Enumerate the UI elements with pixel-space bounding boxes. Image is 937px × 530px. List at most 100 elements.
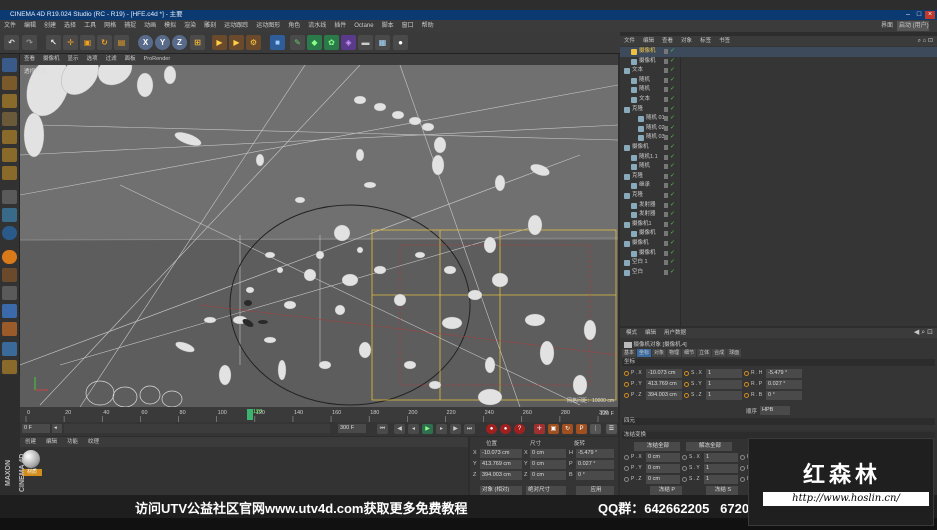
coord-position-field[interactable]: 394.003 cm — [480, 471, 522, 480]
menu-item[interactable]: 运动图形 — [252, 20, 284, 32]
object-row[interactable]: 继承 ✓ — [620, 181, 937, 191]
camera-icon[interactable]: ▦ — [375, 35, 390, 50]
object-row[interactable]: 摄像机 ✓ — [620, 47, 937, 57]
deformer-icon[interactable]: ◈ — [341, 35, 356, 50]
freeze-s-button[interactable]: 冻结 S — [706, 486, 738, 495]
search-icon[interactable]: ⌕ — [921, 329, 925, 336]
visibility-dots-icon[interactable] — [664, 221, 668, 227]
object-row[interactable]: 发射器 ✓ — [620, 201, 937, 211]
attr-tab[interactable]: 物理 — [667, 349, 682, 357]
attr-tab[interactable]: 合成 — [712, 349, 727, 357]
keyframe-dot-icon[interactable] — [744, 371, 749, 376]
menu-item[interactable]: 编辑 — [20, 20, 40, 32]
points-mode-icon[interactable] — [2, 130, 17, 144]
object-row[interactable]: 摄像机 ✓ — [620, 229, 937, 239]
enabled-check-icon[interactable]: ✓ — [670, 114, 675, 124]
visibility-dots-icon[interactable] — [664, 164, 668, 170]
unfreeze-all-button[interactable]: 解冻全部 — [686, 442, 732, 451]
visibility-dots-icon[interactable] — [664, 202, 668, 208]
tag-icon[interactable] — [2, 268, 17, 282]
viewport-menu-item[interactable]: 查看 — [20, 54, 39, 65]
visibility-dots-icon[interactable] — [664, 125, 668, 131]
prev-key-icon[interactable]: ◀ — [394, 424, 405, 434]
menu-item[interactable]: 帮助 — [418, 20, 438, 32]
object-menu-item[interactable]: 编辑 — [639, 36, 658, 46]
cube-icon[interactable]: ■ — [270, 35, 285, 50]
enabled-check-icon[interactable]: ✓ — [670, 162, 675, 172]
make-editable-icon[interactable] — [2, 58, 17, 72]
attr-menu-item[interactable]: 用户数据 — [660, 328, 690, 338]
attr-menu-item[interactable]: 模式 — [622, 328, 641, 338]
timeline[interactable]: 0 20 40 60 80 100 120 140 160 180 200 220 240 260 280 3… — [20, 407, 618, 422]
layer-icon[interactable] — [2, 360, 17, 374]
attr-value-field[interactable]: 0.027 ° — [766, 380, 802, 389]
visibility-dots-icon[interactable] — [664, 116, 668, 122]
viewport-menu-item[interactable]: 面板 — [121, 54, 140, 65]
attr-tab[interactable]: 对象 — [652, 349, 667, 357]
enabled-check-icon[interactable]: ✓ — [670, 143, 675, 153]
object-row[interactable]: 随机 ✓ — [620, 85, 937, 95]
enabled-check-icon[interactable]: ✓ — [670, 181, 675, 191]
visibility-dots-icon[interactable] — [664, 183, 668, 189]
end-frame-field[interactable]: 300 F — [338, 424, 366, 433]
keyframe-dot-icon[interactable] — [740, 455, 745, 460]
x-axis-icon[interactable]: X — [138, 35, 153, 50]
visibility-dots-icon[interactable] — [664, 231, 668, 237]
new-window-icon[interactable]: ⊡ — [928, 38, 933, 44]
coord-rotation-field[interactable]: 0.027 ° — [576, 460, 614, 469]
attr-value-field[interactable]: 0 ° — [766, 391, 802, 400]
lock-icon[interactable]: ⊡ — [927, 329, 933, 336]
coord-mode-select[interactable]: 对象 (相对) — [480, 486, 522, 495]
object-row[interactable]: 空白 ✓ — [620, 268, 937, 278]
coord-position-field[interactable]: -10.073 cm — [480, 449, 522, 458]
coord-system-icon[interactable]: ⊞ — [190, 35, 205, 50]
object-row[interactable]: 文本 ✓ — [620, 95, 937, 105]
menu-item[interactable]: 雕刻 — [200, 20, 220, 32]
menu-item[interactable]: 选择 — [60, 20, 80, 32]
search-icon[interactable]: ⌕ — [918, 38, 921, 44]
goto-end-icon[interactable]: ⏭ — [464, 424, 475, 434]
menu-item[interactable]: 动画 — [140, 20, 160, 32]
visibility-dots-icon[interactable] — [664, 260, 668, 266]
menu-item[interactable]: 创建 — [40, 20, 60, 32]
freeze-p-button[interactable]: 冻结 P — [650, 486, 682, 495]
keyframe-dot-icon[interactable] — [740, 466, 745, 471]
enabled-check-icon[interactable]: ✓ — [670, 220, 675, 230]
visibility-dots-icon[interactable] — [664, 87, 668, 93]
enabled-check-icon[interactable]: ✓ — [670, 57, 675, 67]
menu-item[interactable]: 运动跟踪 — [220, 20, 252, 32]
object-row[interactable]: 摄像机 ✓ — [620, 57, 937, 67]
freeze-value-field[interactable]: 0 cm — [646, 453, 680, 462]
object-menu-item[interactable]: 查看 — [658, 36, 677, 46]
keyframe-dot-icon[interactable] — [624, 477, 629, 482]
visibility-dots-icon[interactable] — [664, 58, 668, 64]
z-axis-icon[interactable]: Z — [172, 35, 187, 50]
coord-size-mode-select[interactable]: 绝对尺寸 — [526, 486, 566, 495]
play-icon[interactable]: ▶ — [422, 424, 433, 434]
y-axis-icon[interactable]: Y — [155, 35, 170, 50]
object-row[interactable]: 随机 ✓ — [620, 76, 937, 86]
polygons-mode-icon[interactable] — [2, 166, 17, 180]
viewport-menu-item[interactable]: 选项 — [83, 54, 102, 65]
menu-item[interactable]: 工具 — [80, 20, 100, 32]
keyframe-dot-icon[interactable] — [684, 382, 689, 387]
visibility-dots-icon[interactable] — [664, 68, 668, 74]
object-row[interactable]: 随机1.1 ✓ — [620, 153, 937, 163]
freeze-value-field[interactable]: 1 — [704, 464, 738, 473]
material-menu-item[interactable]: 创建 — [20, 437, 41, 447]
attr-tab[interactable]: 球面 — [727, 349, 742, 357]
menu-item[interactable]: 文件 — [0, 20, 20, 32]
prev-frame-icon[interactable]: ◂ — [408, 424, 419, 434]
object-menu-item[interactable]: 标签 — [696, 36, 715, 46]
viewport[interactable]: 透视视图 网格间距：10000 cm — [20, 65, 618, 407]
visibility-dots-icon[interactable] — [664, 77, 668, 83]
keyframe-dot-icon[interactable] — [744, 382, 749, 387]
coord-apply-button[interactable]: 应用 — [576, 486, 614, 495]
workplane-icon[interactable] — [2, 112, 17, 126]
keyframe-dot-icon[interactable] — [624, 393, 629, 398]
visibility-dots-icon[interactable] — [664, 154, 668, 160]
floor-icon[interactable]: ▬ — [358, 35, 373, 50]
keyframe-dot-icon[interactable] — [682, 455, 687, 460]
object-menu-item[interactable]: 书签 — [715, 36, 734, 46]
attr-tab[interactable]: 立体 — [697, 349, 712, 357]
